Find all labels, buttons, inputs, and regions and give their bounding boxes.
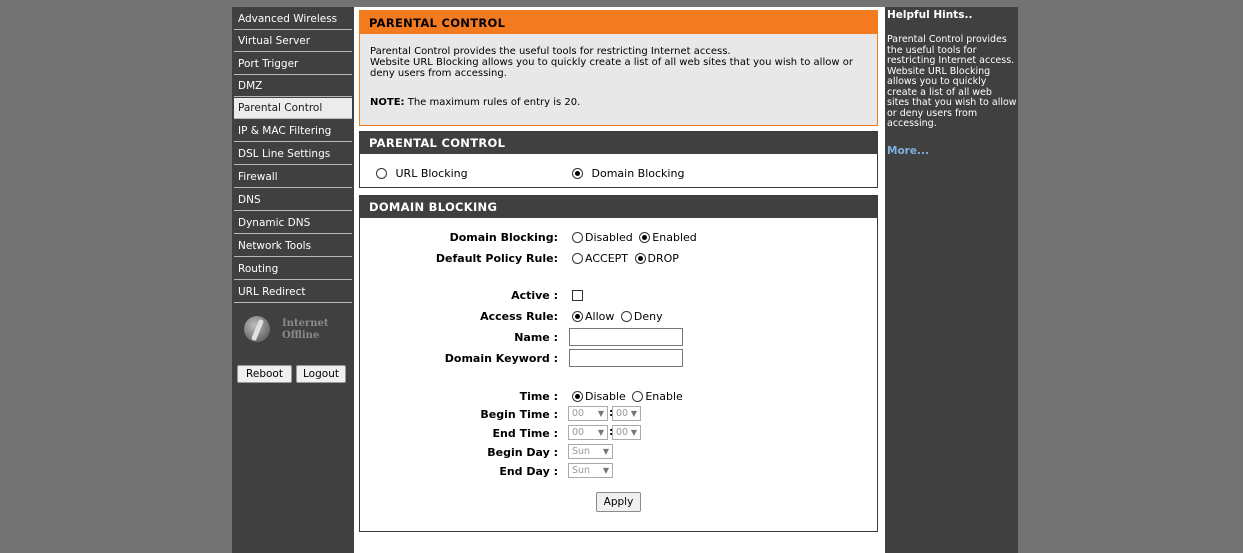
nav-item-ip-mac-filtering[interactable]: IP & MAC Filtering xyxy=(234,121,352,142)
time-toggle: Disable Enable xyxy=(572,389,683,403)
domain-blocking-field-label: Domain Blocking: xyxy=(449,231,558,244)
default-policy-toggle: ACCEPT DROP xyxy=(572,251,679,265)
name-input[interactable] xyxy=(569,328,683,346)
nav-item-advanced-wireless[interactable]: Advanced Wireless xyxy=(234,9,352,30)
chevron-down-icon: ▼ xyxy=(602,447,609,456)
intro-line-1: Parental Control provides the useful too… xyxy=(370,46,731,57)
time-disable-label: Disable xyxy=(585,389,626,403)
internet-offline-icon xyxy=(244,316,270,342)
access-rule-label: Access Rule: xyxy=(480,310,558,323)
domain-blocking-label: Domain Blocking xyxy=(591,166,685,180)
time-label: Time : xyxy=(519,390,558,403)
domain-keyword-input[interactable] xyxy=(569,349,683,367)
domain-blocking-disabled-radio[interactable] xyxy=(572,231,583,243)
intro-description: Parental Control provides the useful too… xyxy=(370,46,865,79)
domain-blocking-option[interactable]: Domain Blocking xyxy=(572,166,684,180)
begin-day-value: Sun xyxy=(572,446,591,457)
internet-status-line2: Offline xyxy=(282,330,320,341)
end-hour-value: 00 xyxy=(572,427,585,438)
domain-blocking-toggle: Disabled Enabled xyxy=(572,230,697,244)
intro-section: PARENTAL CONTROL Parental Control provid… xyxy=(359,10,878,126)
access-rule-toggle: Allow Deny xyxy=(572,309,663,323)
note-text: The maximum rules of entry is 20. xyxy=(404,97,581,108)
nav-item-dmz[interactable]: DMZ xyxy=(234,76,352,97)
end-day-value: Sun xyxy=(572,465,591,476)
internet-status: Internet Offline xyxy=(244,312,344,348)
end-minute-value: 00 xyxy=(616,427,629,438)
domain-keyword-label: Domain Keyword : xyxy=(444,352,558,365)
nav-item-dns[interactable]: DNS xyxy=(234,190,352,211)
name-label: Name : xyxy=(514,331,558,344)
default-policy-label: Default Policy Rule: xyxy=(435,252,558,265)
end-time-label: End Time : xyxy=(492,427,558,440)
url-blocking-radio[interactable] xyxy=(376,167,387,179)
chevron-down-icon: ▼ xyxy=(602,466,609,475)
active-label: Active : xyxy=(511,289,558,302)
nav-item-routing[interactable]: Routing xyxy=(234,259,352,280)
chevron-down-icon: ▼ xyxy=(597,409,604,418)
access-deny-radio[interactable] xyxy=(620,310,632,322)
nav-item-dsl-line-settings[interactable]: DSL Line Settings xyxy=(234,144,352,165)
accept-label: ACCEPT xyxy=(585,251,628,265)
end-hour-select[interactable]: 00 ▼ xyxy=(568,425,608,440)
nav-item-network-tools[interactable]: Network Tools xyxy=(234,236,352,257)
disabled-label: Disabled xyxy=(585,230,633,244)
domain-blocking-title: DOMAIN BLOCKING xyxy=(360,196,877,218)
begin-hour-select[interactable]: 00 ▼ xyxy=(568,406,608,421)
domain-blocking-enabled-radio[interactable] xyxy=(639,231,651,243)
reboot-button[interactable]: Reboot xyxy=(237,365,292,383)
active-checkbox[interactable] xyxy=(572,289,583,301)
internet-status-text: Internet Offline xyxy=(282,318,342,342)
chevron-down-icon: ▼ xyxy=(630,428,637,437)
intro-title: PARENTAL CONTROL xyxy=(360,11,877,34)
begin-minute-value: 00 xyxy=(616,408,629,419)
chevron-down-icon: ▼ xyxy=(630,409,637,418)
time-enable-radio[interactable] xyxy=(632,390,644,402)
logout-button[interactable]: Logout xyxy=(296,365,346,383)
intro-line-2: Website URL Blocking allows you to quick… xyxy=(370,57,853,79)
intro-note: NOTE: The maximum rules of entry is 20. xyxy=(370,97,580,108)
end-day-label: End Day : xyxy=(499,465,558,478)
note-label: NOTE: xyxy=(370,97,405,108)
url-blocking-label: URL Blocking xyxy=(395,166,468,180)
drop-label: DROP xyxy=(647,251,679,265)
url-blocking-option[interactable]: URL Blocking xyxy=(376,166,468,180)
allow-label: Allow xyxy=(585,309,615,323)
begin-minute-select[interactable]: 00 ▼ xyxy=(612,406,641,421)
internet-status-line1: Internet xyxy=(282,318,329,329)
end-minute-select[interactable]: 00 ▼ xyxy=(612,425,641,440)
hints-title: Helpful Hints.. xyxy=(887,9,973,21)
domain-blocking-radio[interactable] xyxy=(572,167,583,179)
nav-item-url-redirect[interactable]: URL Redirect xyxy=(234,282,352,303)
nav-item-port-trigger[interactable]: Port Trigger xyxy=(234,54,352,75)
time-enable-label: Enable xyxy=(645,389,683,403)
nav-item-dynamic-dns[interactable]: Dynamic DNS xyxy=(234,213,352,234)
policy-accept-radio[interactable] xyxy=(572,252,583,264)
begin-day-select[interactable]: Sun ▼ xyxy=(568,444,613,459)
nav-item-parental-control[interactable]: Parental Control xyxy=(234,98,352,119)
deny-label: Deny xyxy=(633,309,663,323)
begin-time-label: Begin Time : xyxy=(480,408,558,421)
hints-more-link[interactable]: More... xyxy=(887,145,929,157)
time-disable-radio[interactable] xyxy=(572,390,583,402)
hints-text: Parental Control provides the useful too… xyxy=(887,34,1017,129)
nav-item-firewall[interactable]: Firewall xyxy=(234,167,352,188)
access-allow-radio[interactable] xyxy=(572,310,583,322)
chevron-down-icon: ▼ xyxy=(597,428,604,437)
apply-button[interactable]: Apply xyxy=(596,492,641,512)
enabled-label: Enabled xyxy=(652,230,697,244)
parental-control-title: PARENTAL CONTROL xyxy=(360,132,877,154)
policy-drop-radio[interactable] xyxy=(634,252,646,264)
nav-item-virtual-server[interactable]: Virtual Server xyxy=(234,31,352,52)
begin-day-label: Begin Day : xyxy=(487,446,558,459)
end-day-select[interactable]: Sun ▼ xyxy=(568,463,613,478)
begin-hour-value: 00 xyxy=(572,408,585,419)
